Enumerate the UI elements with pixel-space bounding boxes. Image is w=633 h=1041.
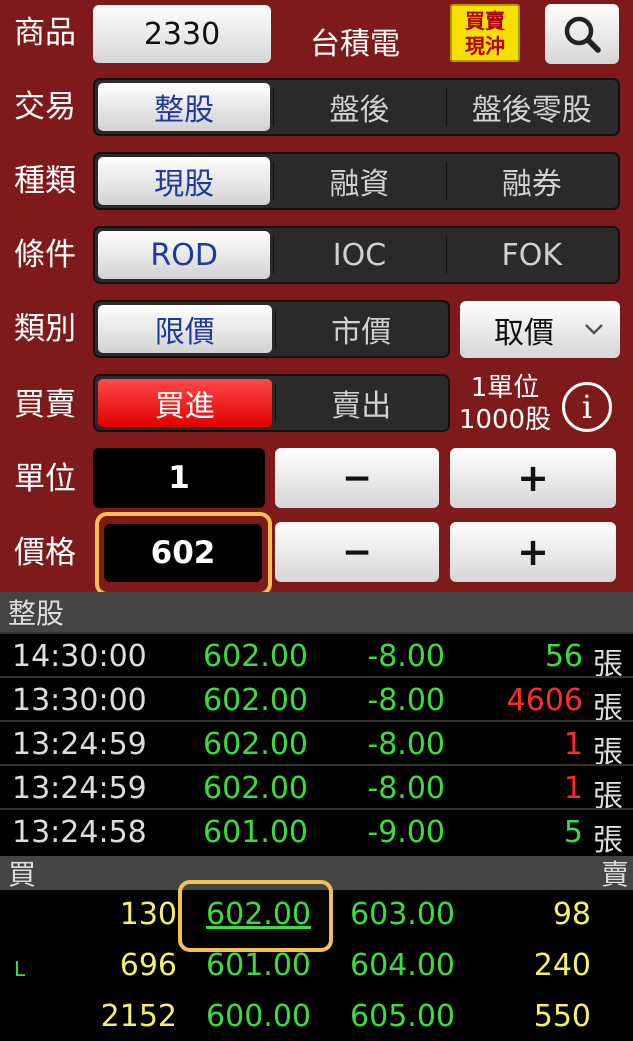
bid-highlight [178, 880, 333, 952]
tick-row: 14:30:00 602.00 -8.00 56 張 [0, 632, 633, 682]
tick-time: 13:24:58 [12, 815, 147, 850]
trade-label: 交易 [14, 89, 76, 125]
product-name: 台積電 [310, 27, 400, 62]
category-option-limit[interactable]: 限價 [98, 305, 272, 353]
ask-price[interactable]: 603.00 [350, 897, 455, 932]
category-option-market[interactable]: 市價 [274, 302, 449, 356]
category-segmented: 限價 市價 [93, 300, 450, 358]
tick-time: 13:24:59 [12, 727, 147, 762]
trade-segmented: 整股 盤後 盤後零股 [93, 78, 620, 136]
tick-time: 13:30:00 [12, 683, 147, 718]
unit-decrement-button[interactable]: − [275, 448, 439, 508]
condition-label: 條件 [14, 237, 76, 273]
tick-change: -8.00 [367, 639, 445, 674]
tick-price: 602.00 [203, 727, 308, 762]
lot-size-line1: 1單位 [470, 373, 540, 403]
tick-change: -8.00 [367, 727, 445, 762]
condition-option-ioc[interactable]: IOC [273, 228, 445, 282]
trade-option-after-hours-odd[interactable]: 盤後零股 [445, 80, 618, 134]
bid-quantity: 130 [119, 897, 177, 932]
bid-quantity: 2152 [100, 999, 177, 1034]
kind-option-cash[interactable]: 現股 [98, 157, 271, 205]
product-code-value: 2330 [143, 16, 221, 52]
tick-volume: 5 [563, 815, 583, 850]
ask-price[interactable]: 604.00 [350, 948, 455, 983]
minus-icon: − [341, 531, 373, 573]
trade-option-after-hours[interactable]: 盤後 [273, 80, 445, 134]
price-decrement-button[interactable]: − [275, 522, 439, 582]
ask-quantity: 240 [533, 948, 591, 983]
tick-price: 602.00 [203, 639, 308, 674]
buy-column-label: 買 [8, 858, 37, 891]
tick-volume: 4606 [506, 683, 583, 718]
price-increment-button[interactable]: + [450, 522, 616, 582]
price-label: 價格 [14, 535, 76, 571]
side-option-sell[interactable]: 賣出 [274, 376, 449, 430]
unit-input[interactable]: 1 [93, 448, 265, 508]
kind-segmented: 現股 融資 融券 [93, 152, 620, 210]
tick-change: -8.00 [367, 683, 445, 718]
tick-volume: 56 [544, 639, 583, 674]
order-form: 商品 2330 台積電 買賣 現沖 交易 整股 盤後 盤後零股 種類 現股 融資… [0, 0, 633, 596]
bid-price[interactable]: 600.00 [206, 999, 311, 1034]
tick-row: 13:24:59 602.00 -8.00 1 張 [0, 764, 633, 814]
order-book-row: 2152 600.00 605.00 550 [0, 994, 633, 1041]
tick-row: 13:30:00 602.00 -8.00 4606 張 [0, 676, 633, 726]
condition-option-fok[interactable]: FOK [445, 228, 618, 282]
limit-flag: L [14, 957, 26, 981]
tick-row: 13:24:59 602.00 -8.00 1 張 [0, 720, 633, 770]
search-icon [564, 16, 601, 53]
bid-quantity: 696 [119, 948, 177, 983]
tick-price: 601.00 [203, 815, 308, 850]
ask-quantity: 98 [552, 897, 591, 932]
category-label: 類別 [14, 311, 76, 347]
ask-quantity: 550 [533, 999, 591, 1034]
unit-increment-button[interactable]: + [450, 448, 616, 508]
tick-time: 14:30:00 [12, 639, 147, 674]
tick-price: 602.00 [203, 771, 308, 806]
info-icon[interactable]: i [562, 382, 612, 432]
tick-change: -9.00 [367, 815, 445, 850]
condition-segmented: ROD IOC FOK [93, 226, 620, 284]
plus-icon: + [517, 456, 549, 500]
take-price-dropdown[interactable]: 取價 [460, 301, 620, 358]
price-highlight [95, 512, 272, 596]
tick-volume: 1 [563, 727, 583, 762]
tick-volume: 1 [563, 771, 583, 806]
tick-price: 602.00 [203, 683, 308, 718]
day-trade-line1: 買賣 [465, 9, 505, 33]
kind-label: 種類 [14, 163, 76, 199]
side-label: 買賣 [14, 387, 76, 423]
tick-list-header: 整股 [0, 592, 633, 632]
minus-icon: − [341, 457, 373, 499]
product-code-input[interactable]: 2330 [93, 5, 271, 63]
take-price-label: 取價 [494, 315, 554, 351]
plus-icon: + [517, 530, 549, 574]
kind-option-short[interactable]: 融券 [445, 154, 618, 208]
day-trade-toggle[interactable]: 買賣 現沖 [450, 4, 520, 62]
tick-row: 13:24:58 601.00 -9.00 5 張 [0, 808, 633, 858]
side-option-buy[interactable]: 買進 [98, 379, 272, 427]
condition-option-rod[interactable]: ROD [98, 231, 271, 279]
kind-option-margin[interactable]: 融資 [273, 154, 445, 208]
unit-label: 單位 [14, 461, 76, 497]
tick-time: 13:24:59 [12, 771, 147, 806]
trade-option-board-lot[interactable]: 整股 [98, 83, 271, 131]
tick-change: -8.00 [367, 771, 445, 806]
order-book: 買 賣 130 602.00 603.00 98 L 696 601.00 604.00 240… [0, 856, 633, 1041]
day-trade-line2: 現沖 [465, 34, 505, 58]
bid-price[interactable]: 601.00 [206, 948, 311, 983]
lot-size-note: 1單位 1000股 [455, 372, 555, 436]
product-label: 商品 [14, 15, 76, 51]
ask-price[interactable]: 605.00 [350, 999, 455, 1034]
search-button[interactable] [545, 4, 619, 64]
side-segmented: 買進 賣出 [93, 374, 450, 432]
chevron-down-icon [585, 324, 603, 335]
sell-column-label: 賣 [600, 858, 629, 891]
tick-list: 整股 14:30:00 602.00 -8.00 56 張 13:30:00 602.00-… [0, 592, 633, 858]
lot-size-line2: 1000股 [458, 405, 552, 435]
